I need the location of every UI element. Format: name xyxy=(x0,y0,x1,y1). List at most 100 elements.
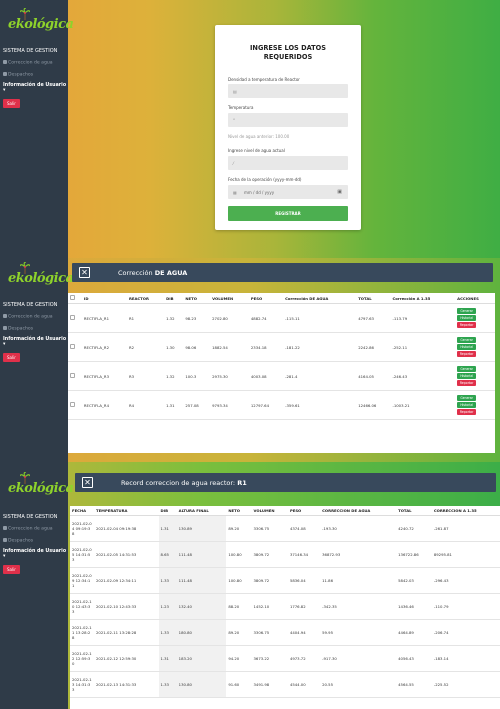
ruler-icon: ⁄ xyxy=(233,161,234,166)
column-header: PESO xyxy=(248,293,284,304)
close-icon[interactable]: ✕ xyxy=(79,267,90,278)
table-cell: 20.55 xyxy=(320,671,397,698)
generate-button[interactable]: Generar xyxy=(457,366,477,372)
user-menu[interactable]: Información de Usuario ▾ xyxy=(3,549,67,559)
report-button[interactable]: Reportar xyxy=(457,380,477,386)
table-cell: 2021-02-10 12:43:33 xyxy=(70,593,94,620)
column-header: ID xyxy=(81,293,127,304)
logout-button[interactable]: Salir xyxy=(3,99,20,108)
sidebar: ekológica SISTEMA DE GESTION Correccion … xyxy=(0,0,74,258)
table-row: RECTIFLA_R4 R4 1.31 257.08 9793.34 12797.64 -3… xyxy=(68,390,495,420)
row-checkbox[interactable] xyxy=(68,303,82,333)
sidebar-item-correccion[interactable]: Correccion de agua xyxy=(3,60,67,66)
table-cell: RECTIFLA_R3 xyxy=(81,361,127,391)
row-checkbox[interactable] xyxy=(68,332,82,362)
select-all-checkbox[interactable] xyxy=(68,293,82,304)
table-cell: 2334.18 xyxy=(248,332,284,362)
user-menu[interactable]: Información de Usuario ▾ xyxy=(3,83,67,93)
generate-button[interactable]: Generar xyxy=(457,337,477,343)
generate-button[interactable]: Generar xyxy=(457,395,477,401)
table-cell: 98.06 xyxy=(183,332,211,362)
table-cell: -113.79 xyxy=(390,303,456,333)
density-input[interactable]: ▤ xyxy=(228,84,348,98)
table-cell: 59.95 xyxy=(320,619,397,646)
sidebar-menu: SISTEMA DE GESTION Correccion de agua De… xyxy=(3,48,67,108)
sidebar-item-correccion[interactable]: Correccion de agua xyxy=(3,314,67,320)
date-input[interactable]: ▦ mm / dd / yyyy ▣ xyxy=(228,185,348,199)
column-header: PESO xyxy=(287,506,321,516)
table-cell: 4404.94 xyxy=(287,619,321,646)
keyboard-icon: ▤ xyxy=(233,89,237,94)
table-cell: R3 xyxy=(126,361,165,391)
table-cell: 180.80 xyxy=(176,619,227,646)
table-row: 2021-02-09 12:34:11 2021-02-09 12:34:11 1.… xyxy=(70,567,500,594)
user-menu[interactable]: Información de Usuario ▾ xyxy=(3,337,67,347)
row-checkbox[interactable] xyxy=(68,361,82,391)
column-header: Corrección DE AGUA xyxy=(283,293,357,304)
history-button[interactable]: Historial xyxy=(457,402,477,408)
temp-input[interactable]: ° xyxy=(228,113,348,127)
report-button[interactable]: Reportar xyxy=(457,351,477,357)
form-title: INGRESE LOS DATOS REQUERIDOS xyxy=(249,44,327,61)
form-screen: ekológica SISTEMA DE GESTION Correccion … xyxy=(0,0,500,258)
table-cell: -296.43 xyxy=(431,567,500,594)
sidebar-title: SISTEMA DE GESTION xyxy=(3,514,58,520)
table-cell: 4544.00 xyxy=(287,671,321,698)
history-button[interactable]: Historial xyxy=(457,344,477,350)
table-cell: -261.87 xyxy=(431,515,500,542)
table-row: 2021-02-11 13:28:28 2021-02-11 13:28:28 1.… xyxy=(70,619,500,646)
correction-header: ✕ Corrección DE AGUA xyxy=(72,263,493,282)
water-icon xyxy=(3,60,7,64)
column-header: TEMPERATURA xyxy=(94,506,159,516)
density-label: Densidad a temperatura de Reactor xyxy=(228,77,300,82)
table-cell: -252.11 xyxy=(390,332,456,362)
table-cell: 5842.03 xyxy=(396,567,432,594)
close-icon[interactable]: ✕ xyxy=(82,477,93,488)
table-cell: 2702.80 xyxy=(210,303,249,333)
row-checkbox[interactable] xyxy=(68,390,82,420)
table-cell: 2021-02-11 13:28:28 xyxy=(70,619,94,646)
column-header: DIB xyxy=(164,293,184,304)
sidebar-item-despachos[interactable]: Despachos xyxy=(3,325,67,331)
table-cell: 1.30 xyxy=(164,332,184,362)
history-button[interactable]: Historial xyxy=(457,373,477,379)
water-input[interactable]: ⁄ xyxy=(228,156,348,170)
generate-button[interactable]: Generar xyxy=(457,308,477,314)
table-cell: R1 xyxy=(126,303,165,333)
table-cell: 88.20 xyxy=(226,593,252,620)
previous-water-level: Nivel de agua anterior: 100.00 xyxy=(228,134,290,139)
table-cell: 2021-02-13 14:31:33 xyxy=(70,671,94,698)
logout-button[interactable]: Salir xyxy=(3,353,20,362)
table-cell: 12466.06 xyxy=(356,390,391,420)
logo: ekológica xyxy=(6,8,74,34)
water-label: Ingrese nivel de agua actual xyxy=(228,148,285,153)
column-header: ALTURA FINAL xyxy=(176,506,227,516)
table-cell: -193.30 xyxy=(320,515,397,542)
table-cell: 130.80 xyxy=(176,671,227,698)
report-button[interactable]: Reportar xyxy=(457,322,477,328)
calendar-picker-icon[interactable]: ▣ xyxy=(337,189,342,195)
report-button[interactable]: Reportar xyxy=(457,409,477,415)
column-header: CORRECCION A 1.35 xyxy=(431,506,500,516)
table-row: RECTIFLA_R3 R3 1.32 100.3 2975.30 4003.08 -281… xyxy=(68,361,495,391)
correction-title: Corrección DE AGUA xyxy=(118,269,188,277)
sidebar-item-despachos[interactable]: Despachos xyxy=(3,537,67,543)
table-cell: 4973.72 xyxy=(287,645,321,672)
register-button[interactable]: REGISTRAR xyxy=(228,206,348,221)
truck-icon xyxy=(3,71,7,76)
table-cell: 2021-02-05 14:31:53 xyxy=(70,541,94,568)
sidebar: ekológica SISTEMA DE GESTION Correccion … xyxy=(0,258,74,462)
table-cell: 1.31 xyxy=(158,515,177,542)
sidebar-item-correccion[interactable]: Correccion de agua xyxy=(3,526,67,532)
table-cell: 2021-02-09 12:34:11 xyxy=(70,567,94,594)
table-cell: 12797.64 xyxy=(248,390,284,420)
table-cell: 1452.10 xyxy=(251,593,288,620)
table-cell: 4564.55 xyxy=(396,671,432,698)
table-cell: -225.52 xyxy=(431,671,500,698)
sidebar-item-despachos[interactable]: Despachos xyxy=(3,71,67,77)
correction-screen: ekológica SISTEMA DE GESTION Correccion … xyxy=(0,258,500,462)
logout-button[interactable]: Salir xyxy=(3,565,20,574)
history-button[interactable]: Historial xyxy=(457,315,477,321)
table-cell: 3673.22 xyxy=(251,645,288,672)
table-cell: 1.23 xyxy=(158,593,177,620)
